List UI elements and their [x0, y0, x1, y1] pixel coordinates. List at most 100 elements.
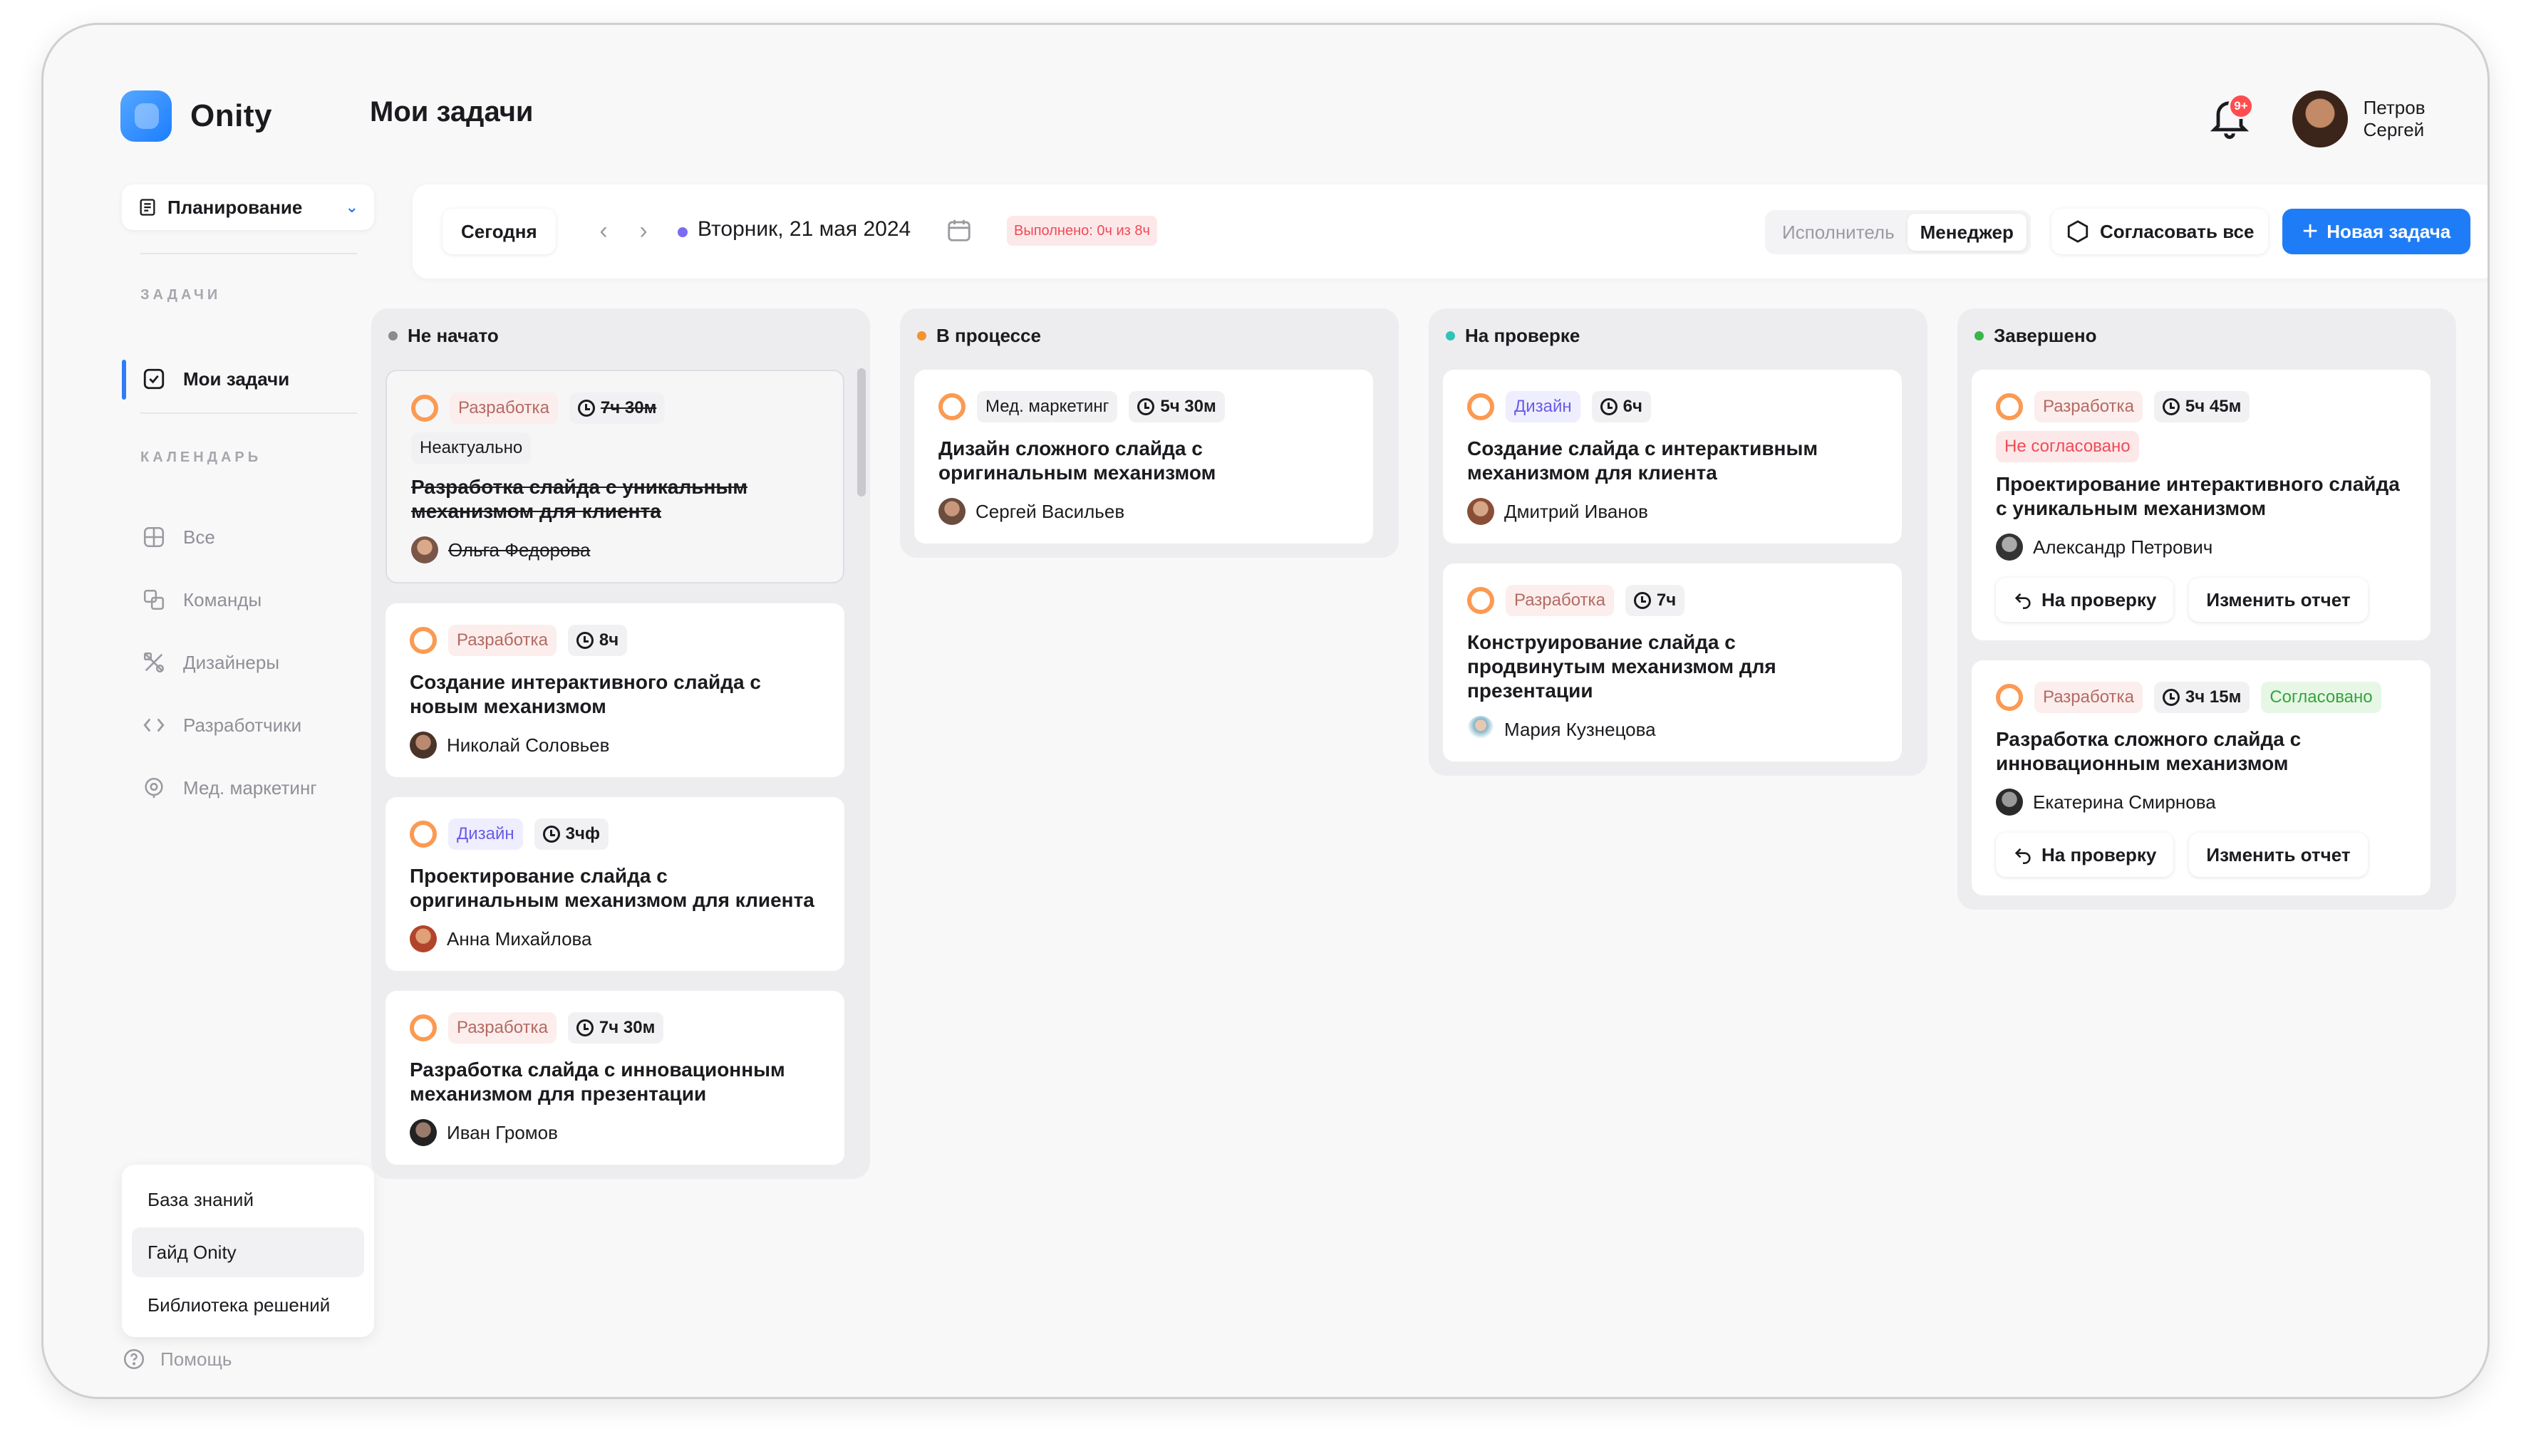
edit-report-button[interactable]: Изменить отчет: [2189, 833, 2368, 877]
task-card[interactable]: Дизайн 3чф Проектирование слайда с ориги…: [385, 797, 844, 971]
workspace-label: Планирование: [167, 196, 303, 218]
help-link[interactable]: Помощь: [122, 1347, 232, 1371]
status-circle-icon[interactable]: [1467, 393, 1494, 420]
assignee-name: Иван Громов: [447, 1121, 558, 1143]
menu-item-knowledge-base[interactable]: База знаний: [132, 1175, 364, 1224]
time-value: 6ч: [1622, 397, 1642, 416]
status-circle-icon[interactable]: [1467, 587, 1494, 614]
task-card[interactable]: Разработка 8ч Создание интерактивного сл…: [385, 603, 844, 777]
assignee-name: Александр Петрович: [2033, 536, 2213, 558]
task-title: Разработка слайда с уникальным механизмо…: [411, 476, 748, 522]
task-title: Разработка сложного слайда с инновационн…: [1996, 728, 2302, 774]
status-circle-icon[interactable]: [1996, 393, 2023, 420]
role-executor[interactable]: Исполнитель: [1769, 214, 1908, 251]
chevron-right-icon[interactable]: ›: [629, 213, 658, 249]
assignee: Дмитрий Иванов: [1467, 498, 1878, 525]
scrollbar[interactable]: [857, 368, 866, 496]
assignee-name: Екатерина Смирнова: [2033, 791, 2216, 813]
help-label: Помощь: [160, 1348, 232, 1370]
status-circle-icon[interactable]: [938, 393, 966, 420]
sidebar-item-label: Все: [183, 526, 215, 548]
user-menu[interactable]: Петров Сергей: [2292, 90, 2488, 147]
status-circle-icon[interactable]: [410, 1014, 437, 1041]
column-header: В процессе: [914, 321, 1384, 350]
menu-item-guide[interactable]: Гайд Onity: [132, 1227, 364, 1277]
time-tag: 8ч: [567, 625, 628, 656]
time-tag: 3ч 15м: [2153, 682, 2250, 713]
time-value: 3ч 15м: [2185, 687, 2242, 707]
time-value: 3чф: [565, 824, 600, 843]
app-window: Onity Мои задачи Планирование ⌄ ЗАДАЧИ М…: [41, 23, 2490, 1399]
assignee: Александр Петрович: [1996, 534, 2406, 561]
send-to-review-button[interactable]: На проверку: [1996, 833, 2174, 877]
status-circle-icon[interactable]: [410, 627, 437, 654]
calendar-icon[interactable]: [946, 216, 973, 244]
column-header: Не начато: [385, 321, 856, 350]
status-tag: Неактуально: [411, 432, 532, 464]
avatar: [1996, 789, 2023, 816]
status-circle-icon[interactable]: [410, 821, 437, 848]
send-to-review-button[interactable]: На проверку: [1996, 578, 2174, 622]
toolbar: Сегодня ‹ › Вторник, 21 мая 2024 Выполне…: [413, 184, 2488, 279]
section-calendar: КАЛЕНДАРЬ: [140, 449, 262, 465]
task-card[interactable]: Разработка 7ч 30м Неактуально Разработка…: [385, 370, 844, 583]
date-dot: [678, 227, 688, 237]
time-value: 7ч 30м: [600, 398, 657, 417]
task-title: Проектирование слайда с оригинальным мех…: [410, 865, 814, 911]
time-tag: 7ч 30м: [567, 1012, 664, 1044]
role-toggle[interactable]: Исполнитель Менеджер: [1765, 210, 2031, 254]
workspace-select[interactable]: Планирование ⌄: [122, 184, 374, 230]
sidebar-item-developers[interactable]: Разработчики: [140, 712, 301, 739]
clock-icon: [1600, 398, 1618, 415]
task-card[interactable]: Разработка 3ч 15м Согласовано Разработка…: [1972, 660, 2431, 895]
task-card[interactable]: Разработка 7ч 30м Разработка слайда с ин…: [385, 991, 844, 1165]
clock-icon: [576, 632, 594, 649]
task-card[interactable]: Дизайн 6ч Создание слайда с интерактивны…: [1443, 370, 1902, 544]
column-not-started: Не начато Разработка 7ч 30м Неактуально …: [371, 308, 870, 1179]
approval-status-tag: Согласовано: [2261, 682, 2381, 713]
grid-icon: [140, 524, 167, 551]
avatar: [1467, 498, 1494, 525]
approve-all-button[interactable]: Согласовать все: [2051, 209, 2269, 254]
clock-icon: [2162, 398, 2180, 415]
today-button[interactable]: Сегодня: [442, 209, 556, 254]
task-card[interactable]: Разработка 7ч Конструирование слайда с п…: [1443, 563, 1902, 761]
menu-item-solutions-library[interactable]: Библиотека решений: [132, 1280, 364, 1330]
role-manager[interactable]: Менеджер: [1907, 214, 2027, 251]
category-tag: Разработка: [448, 625, 557, 656]
sidebar-item-teams[interactable]: Команды: [140, 586, 262, 613]
category-tag: Мед. маркетинг: [977, 391, 1118, 422]
sidebar-item-marketing[interactable]: Мед. маркетинг: [140, 774, 317, 801]
sidebar-item-label: Дизайнеры: [183, 651, 280, 673]
logo-icon: [120, 90, 172, 142]
edit-report-button[interactable]: Изменить отчет: [2189, 578, 2368, 622]
assignee: Анна Михайлова: [410, 925, 820, 952]
sidebar-item-my-tasks[interactable]: Мои задачи: [140, 365, 289, 392]
design-tools-icon: [140, 649, 167, 676]
new-task-label: Новая задача: [2326, 220, 2451, 242]
avatar: [938, 498, 966, 525]
category-tag: Дизайн: [448, 818, 523, 850]
sidebar-item-all[interactable]: Все: [140, 524, 215, 551]
app-logo[interactable]: Onity: [120, 90, 272, 142]
approval-status-tag: Не согласовано: [1996, 431, 2139, 462]
column-header: Завершено: [1972, 321, 2442, 350]
task-title: Создание слайда с интерактивным механизм…: [1467, 437, 1818, 484]
time-tag: 5ч 30м: [1129, 391, 1225, 422]
clock-icon: [1137, 398, 1155, 415]
task-card[interactable]: Мед. маркетинг 5ч 30м Дизайн сложного сл…: [914, 370, 1373, 544]
sidebar-item-designers[interactable]: Дизайнеры: [140, 649, 279, 676]
chevron-down-icon: ⌄: [345, 198, 358, 216]
clock-icon: [577, 400, 595, 417]
status-circle-icon[interactable]: [411, 395, 438, 422]
avatar: [411, 536, 438, 563]
assignee-name: Сергей Васильев: [975, 500, 1125, 522]
task-title: Конструирование слайда с продвинутым мех…: [1467, 631, 1776, 702]
avatar: [1467, 716, 1494, 743]
status-circle-icon[interactable]: [1996, 684, 2023, 711]
task-card[interactable]: Разработка 5ч 45м Не согласовано Проекти…: [1972, 370, 2431, 640]
new-task-button[interactable]: + Новая задача: [2282, 209, 2471, 254]
chevron-left-icon[interactable]: ‹: [589, 213, 618, 249]
list-icon: [140, 199, 155, 216]
task-title: Проектирование интерактивного слайда с у…: [1996, 473, 2400, 519]
